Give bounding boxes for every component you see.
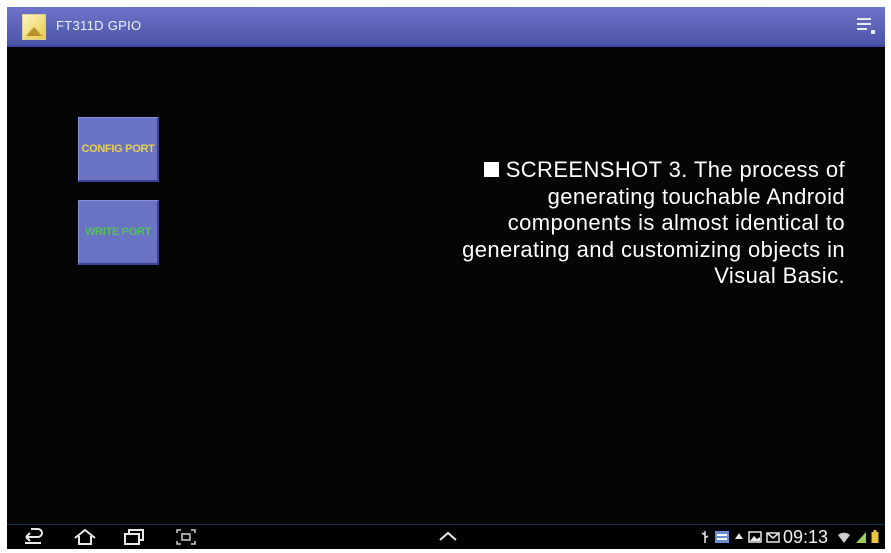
email-icon <box>766 532 780 543</box>
clock: 09:13 <box>782 526 828 547</box>
battery-icon <box>871 530 879 543</box>
action-bar: FT311D GPIO <box>7 7 885 47</box>
upload-icon <box>734 533 743 539</box>
wifi-icon <box>838 532 850 543</box>
up-chevron-icon[interactable] <box>437 528 459 544</box>
recent-apps-icon[interactable] <box>123 528 145 546</box>
system-navigation-bar: 09:13 <box>7 524 885 549</box>
gallery-icon <box>748 531 762 543</box>
back-icon[interactable] <box>23 528 45 546</box>
app-launcher-icon[interactable] <box>22 14 46 40</box>
notification-icon <box>714 531 729 543</box>
caption-lead: SCREENSHOT 3. <box>505 157 688 182</box>
caption-text: SCREENSHOT 3. The process of generating … <box>437 157 845 290</box>
screenshot-icon[interactable] <box>175 528 197 546</box>
caption-bullet <box>483 162 499 177</box>
menu-icon[interactable] <box>857 16 875 34</box>
write-port-button[interactable]: WRITE PORT <box>78 200 159 265</box>
usb-icon <box>701 531 709 543</box>
home-icon[interactable] <box>73 528 97 546</box>
status-area[interactable]: 09:13 <box>696 526 879 548</box>
signal-icon <box>856 532 866 543</box>
app-title: FT311D GPIO <box>56 18 142 33</box>
app-screen: FT311D GPIO CONFIG PORT WRITE PORT SCREE… <box>7 7 885 549</box>
config-port-button[interactable]: CONFIG PORT <box>78 117 159 182</box>
